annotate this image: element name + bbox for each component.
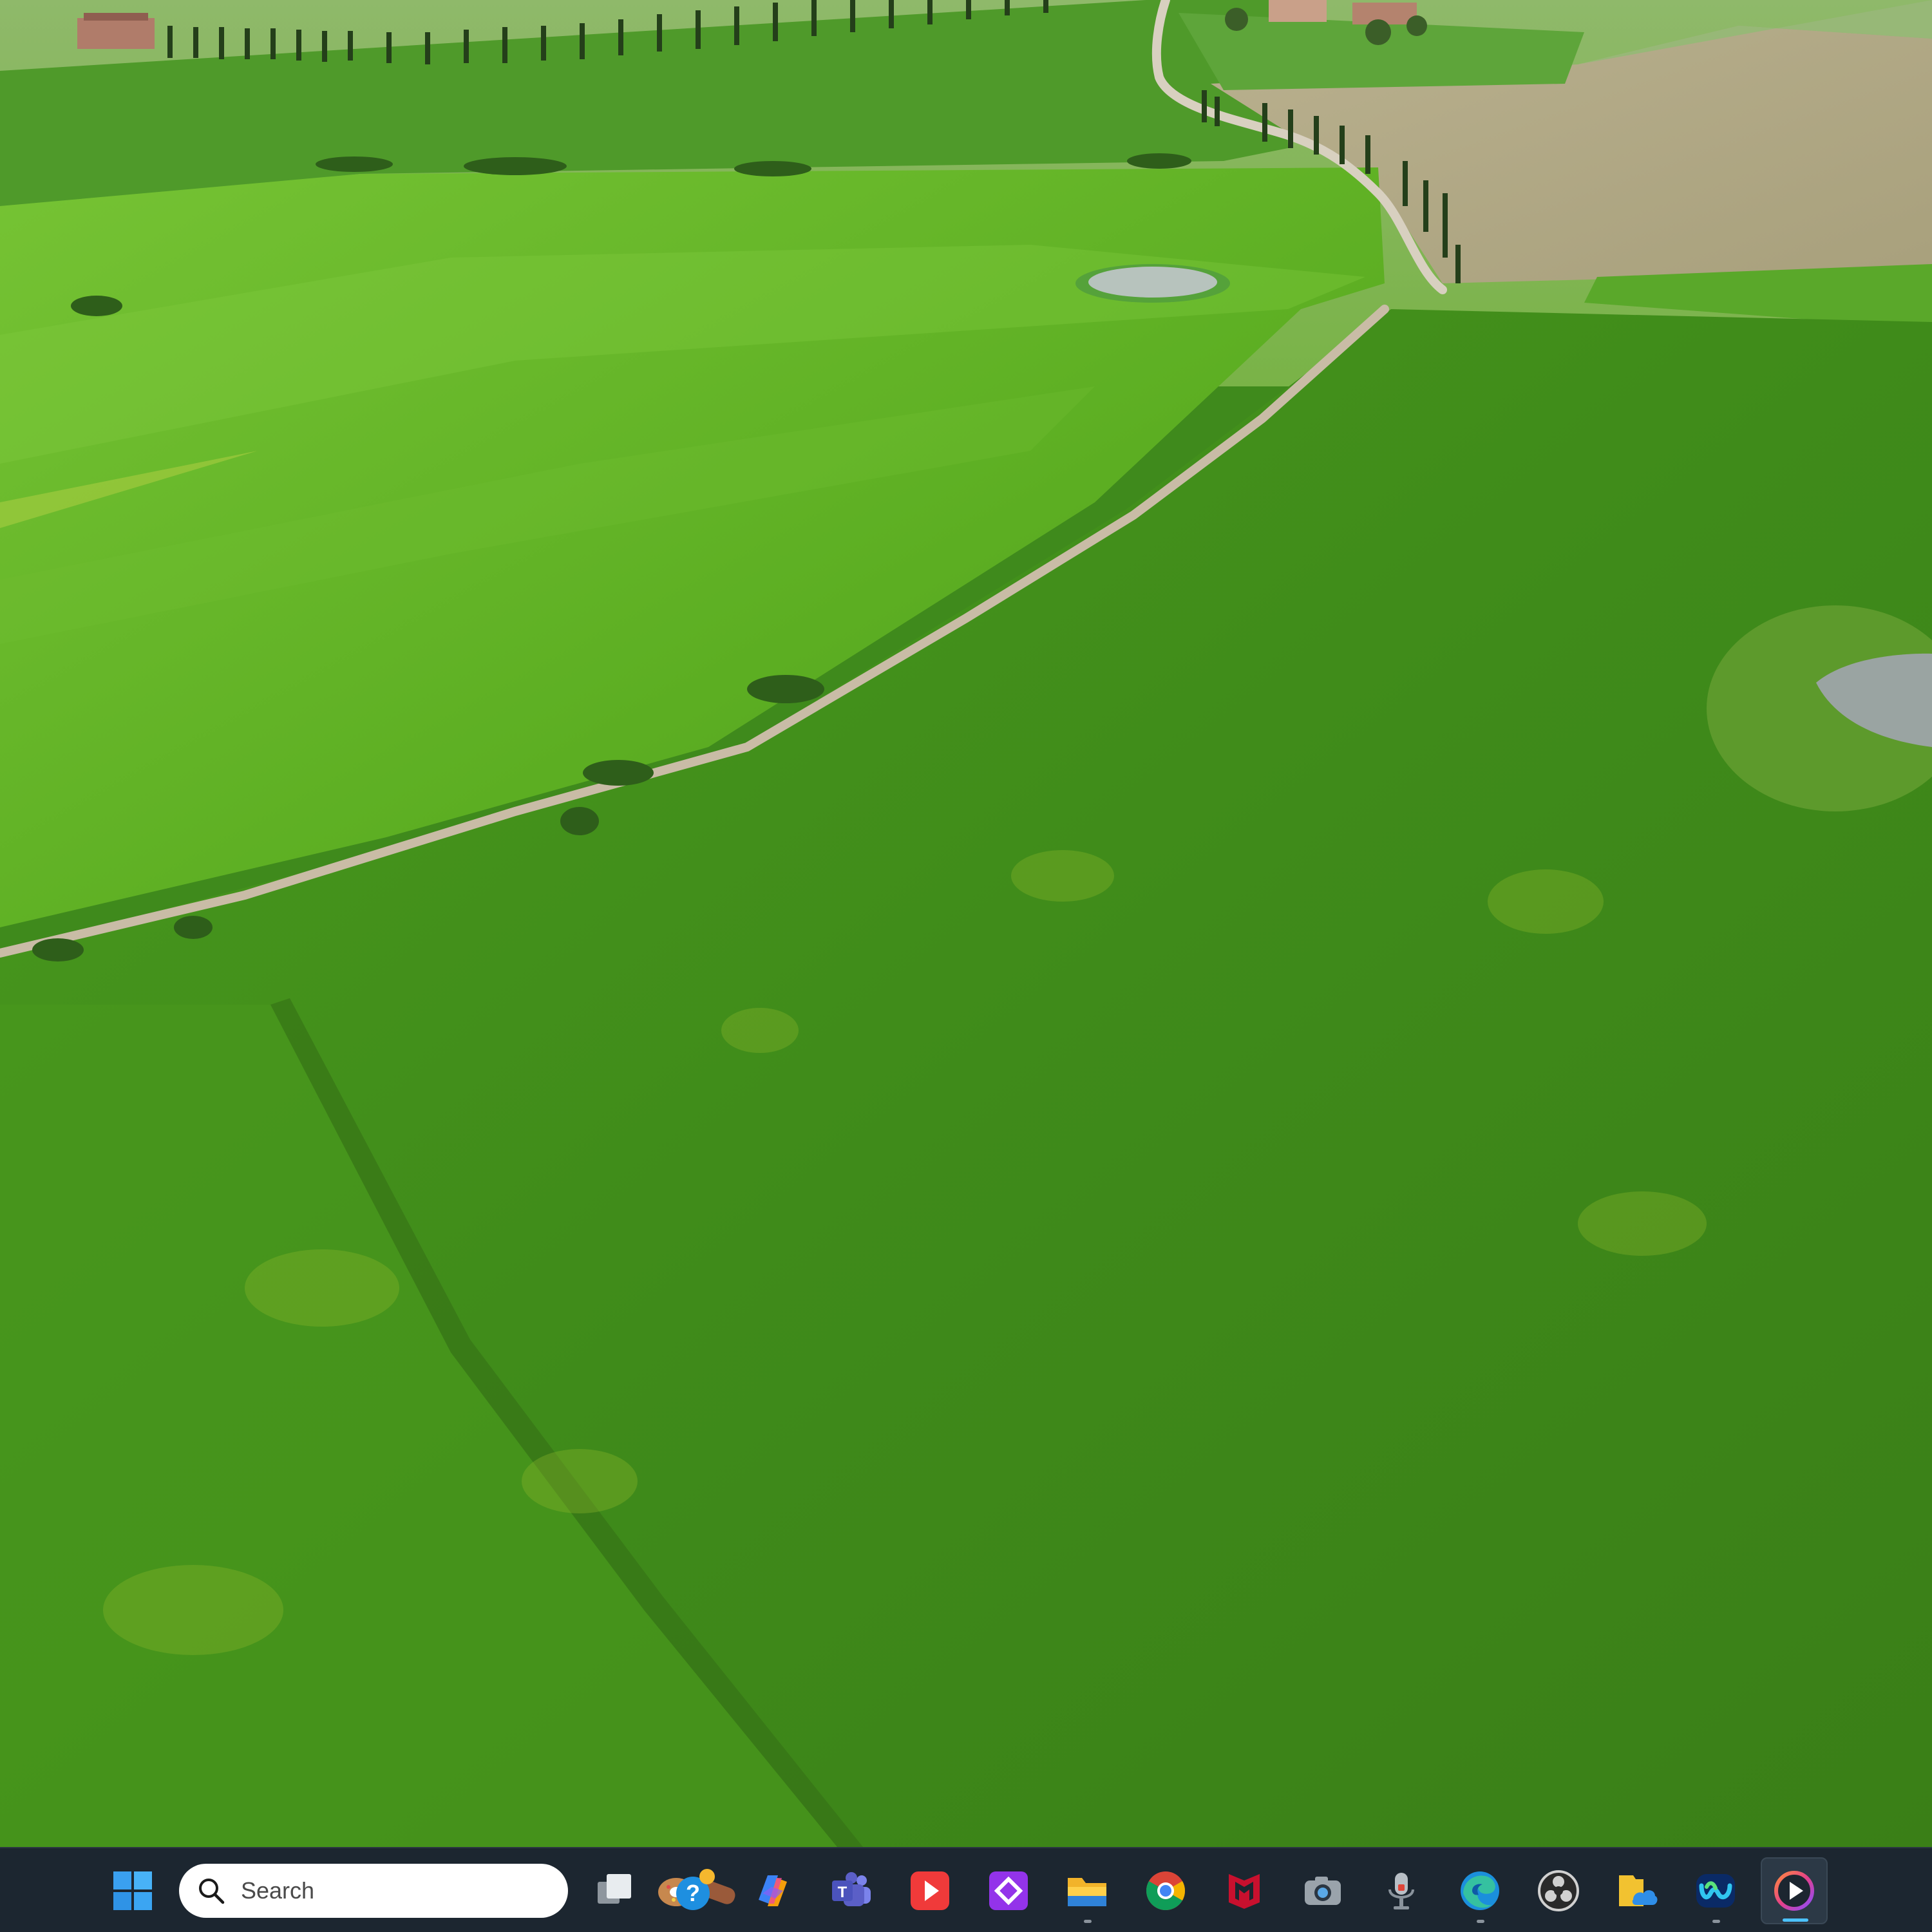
mcafee-icon [1229, 1874, 1260, 1909]
obs-icon [1538, 1870, 1579, 1911]
obs-button[interactable] [1525, 1857, 1592, 1924]
play-icon [911, 1871, 949, 1910]
running-indicator [1477, 1920, 1484, 1923]
edge-icon [1461, 1871, 1499, 1910]
chrome-icon [1146, 1871, 1186, 1911]
cloud-files-icon [1619, 1875, 1658, 1906]
windows-logo-icon [113, 1871, 152, 1910]
diamond-app-button[interactable] [975, 1857, 1042, 1924]
search-box[interactable]: Search [179, 1864, 735, 1918]
taskbar: Search ? T [0, 1847, 1932, 1932]
camera-button[interactable] [1289, 1857, 1356, 1924]
task-view-button[interactable] [581, 1857, 648, 1924]
microphone-icon [1388, 1873, 1414, 1909]
help-icon: ? [676, 1869, 715, 1910]
search-label: Search [241, 1877, 315, 1904]
cloud-files-button[interactable] [1604, 1857, 1671, 1924]
media-player-button[interactable] [1761, 1857, 1828, 1924]
get-help-button[interactable]: ? [661, 1857, 728, 1924]
folder-icon [1068, 1878, 1106, 1906]
webex-button[interactable] [1682, 1857, 1749, 1924]
wallpaper [0, 0, 1932, 1847]
teams-button[interactable]: T [818, 1857, 885, 1924]
media-player-icon [1774, 1871, 1814, 1911]
copilot-button[interactable] [739, 1857, 806, 1924]
edge-button[interactable] [1446, 1857, 1513, 1924]
active-indicator [1783, 1918, 1808, 1922]
running-indicator [1084, 1920, 1092, 1923]
copilot-icon [759, 1875, 787, 1906]
teams-icon: T [832, 1872, 871, 1906]
camera-icon [1305, 1877, 1341, 1905]
video-player-button[interactable] [896, 1857, 963, 1924]
voice-recorder-button[interactable] [1368, 1857, 1435, 1924]
svg-text:T: T [838, 1884, 848, 1901]
task-view-icon [598, 1874, 631, 1904]
running-indicator [1712, 1920, 1720, 1923]
desktop[interactable] [0, 0, 1932, 1847]
file-explorer-button[interactable] [1054, 1857, 1121, 1924]
webex-icon [1696, 1874, 1735, 1908]
search-icon [199, 1879, 225, 1904]
diamond-icon [989, 1871, 1028, 1910]
chrome-button[interactable] [1132, 1857, 1199, 1924]
svg-text:?: ? [686, 1880, 700, 1906]
mcafee-button[interactable] [1211, 1857, 1278, 1924]
start-button[interactable] [99, 1857, 166, 1924]
